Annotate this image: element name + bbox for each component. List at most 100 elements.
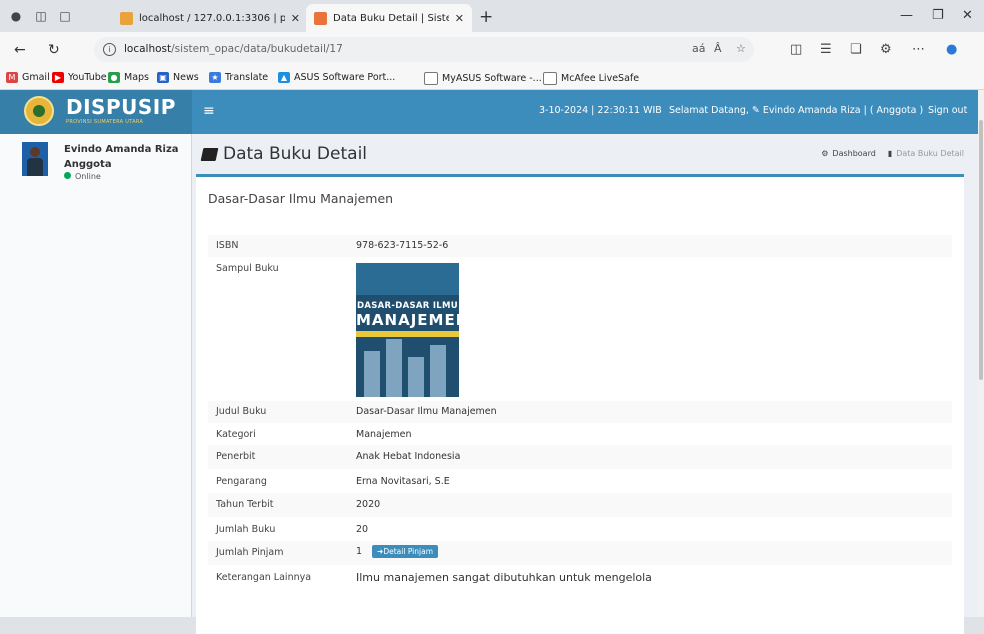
cover-background: [356, 263, 459, 295]
browser-tab-strip: ● ◫ □ localhost / 127.0.0.1:3306 | phpM …: [0, 0, 984, 32]
cover-title-line1: DASAR-DASAR ILMU: [357, 301, 458, 311]
detail-row-pinjam: Jumlah Pinjam 1 ➜Detail Pinjam: [208, 541, 952, 565]
row-label: Jumlah Buku: [216, 524, 276, 535]
page-scrollbar[interactable]: [978, 90, 984, 617]
row-value: 978-623-7115-52-6: [356, 240, 449, 251]
breadcrumb-dashboard[interactable]: Dashboard: [832, 149, 875, 158]
signout-button[interactable]: Sign out: [928, 105, 967, 116]
detail-pinjam-label: Detail Pinjam: [383, 547, 434, 556]
header-welcome-user[interactable]: Selamat Datang, ✎ Evindo Amanda Riza | (…: [669, 105, 923, 116]
pinjam-count: 1: [356, 546, 363, 557]
new-tab-icon[interactable]: +: [479, 7, 493, 27]
extension-icon[interactable]: ⚙: [880, 42, 892, 57]
bookmark-maps[interactable]: ● Maps: [108, 72, 149, 83]
bookmark-mcafee[interactable]: McAfee LiveSafe: [543, 72, 639, 85]
bookmark-myasus[interactable]: MyASUS Software -...: [424, 72, 542, 85]
bookmark-gmail[interactable]: M Gmail: [6, 72, 50, 83]
url-bar[interactable]: i localhost/sistem_opac/data/bukudetail/…: [94, 37, 754, 62]
row-value: Manajemen: [356, 429, 412, 440]
detail-row-isbn: ISBN 978-623-7115-52-6: [208, 235, 952, 257]
tab-title: localhost / 127.0.0.1:3306 | phpM: [139, 12, 285, 24]
detail-row-tahun: Tahun Terbit 2020: [208, 493, 952, 517]
read-aloud-icon[interactable]: aá: [692, 42, 705, 55]
url-text[interactable]: localhost/sistem_opac/data/bukudetail/17: [124, 43, 343, 55]
cover-building: [386, 339, 402, 397]
avatar: [22, 142, 48, 176]
row-value: 2020: [356, 499, 381, 510]
app-header: DISPUSIP PROVINSI SUMATERA UTARA ≡ 3-10-…: [0, 90, 978, 134]
scrollbar-thumb[interactable]: [979, 120, 983, 380]
detail-row-pengarang: Pengarang Erna Novitasari, S.E: [208, 469, 952, 493]
profile-icon[interactable]: ●: [9, 9, 23, 23]
detail-pinjam-button[interactable]: ➜Detail Pinjam: [372, 545, 439, 558]
workspaces-icon[interactable]: ◫: [34, 9, 48, 23]
youtube-icon: ▶: [52, 72, 64, 83]
dashboard-icon: ⚙: [821, 149, 829, 158]
collections-icon[interactable]: ❏: [850, 42, 862, 57]
main-content: Data Buku Detail ⚙ Dashboard ▮ Data Buku…: [192, 134, 978, 634]
more-menu-icon[interactable]: ⋯: [912, 42, 925, 57]
close-tab-icon[interactable]: ✕: [455, 12, 464, 25]
row-label: Tahun Terbit: [216, 499, 274, 510]
sidebar-toggle-icon[interactable]: ≡: [203, 103, 215, 119]
site-info-icon[interactable]: i: [103, 43, 116, 56]
back-icon[interactable]: ←: [14, 42, 26, 58]
tab-actions-icon[interactable]: □: [58, 9, 72, 23]
header-datetime: 3-10-2024 | 22:30:11 WIB: [539, 105, 662, 116]
tab-data-buku-detail[interactable]: Data Buku Detail | Sistem OPAC D ✕: [306, 4, 472, 32]
tab-title: Data Buku Detail | Sistem OPAC D: [333, 12, 449, 24]
news-icon: ▣: [157, 72, 169, 83]
row-label: Penerbit: [216, 451, 256, 462]
bookmark-translate[interactable]: ★ Translate: [209, 72, 268, 83]
detail-row-jumlah: Jumlah Buku 20: [208, 517, 952, 541]
row-label: Jumlah Pinjam: [216, 547, 284, 558]
page-icon: [424, 72, 438, 85]
detail-row-judul: Judul Buku Dasar-Dasar Ilmu Manajemen: [208, 401, 952, 423]
row-label: Judul Buku: [216, 406, 267, 417]
book-icon: [200, 147, 219, 161]
row-value: Dasar-Dasar Ilmu Manajemen: [356, 406, 497, 417]
bookmark-news[interactable]: ▣ News: [157, 72, 199, 83]
row-label: Sampul Buku: [216, 263, 279, 274]
cover-building: [364, 351, 380, 397]
row-value: 20: [356, 524, 369, 535]
cover-stripe: [356, 331, 459, 337]
minimize-icon[interactable]: —: [900, 8, 913, 23]
close-window-icon[interactable]: ✕: [962, 8, 973, 23]
book-detail-box: Dasar-Dasar Ilmu Manajemen ISBN 978-623-…: [196, 174, 964, 634]
row-label: Keterangan Lainnya: [216, 572, 312, 583]
row-label: ISBN: [216, 240, 239, 251]
brand-subtitle: PROVINSI SUMATERA UTARA: [66, 119, 144, 125]
favorites-icon[interactable]: ☰: [820, 42, 832, 57]
detail-row-penerbit: Penerbit Anak Hebat Indonesia: [208, 445, 952, 469]
restore-icon[interactable]: ❐: [932, 8, 944, 23]
split-screen-icon[interactable]: ◫: [790, 42, 802, 57]
page-icon: [543, 72, 557, 85]
book-cover-image: DASAR-DASAR ILMU MANAJEMEN: [356, 263, 459, 397]
bookmark-youtube[interactable]: ▶ YouTube: [52, 72, 107, 83]
favorite-star-icon[interactable]: ☆: [736, 42, 746, 55]
copilot-icon[interactable]: ●: [946, 42, 957, 57]
row-label: Pengarang: [216, 476, 267, 487]
sidebar: Evindo Amanda Riza Anggota Online: [0, 134, 192, 617]
gmail-icon: M: [6, 72, 18, 83]
close-tab-icon[interactable]: ✕: [291, 12, 300, 25]
sidebar-user-name: Evindo Amanda Riza Anggota: [64, 144, 179, 170]
page-favicon-icon: [314, 11, 327, 25]
phpmyadmin-favicon-icon: [120, 11, 133, 25]
cover-building: [408, 357, 424, 397]
translate-icon: ★: [209, 72, 221, 83]
book-heading: Dasar-Dasar Ilmu Manajemen: [208, 191, 394, 206]
bookmark-asus[interactable]: ▲ ASUS Software Port...: [278, 72, 395, 83]
text-size-icon[interactable]: Â: [714, 42, 722, 55]
online-status: Online: [64, 172, 101, 181]
tab-phpmyadmin[interactable]: localhost / 127.0.0.1:3306 | phpM ✕: [112, 4, 308, 32]
row-label: Kategori: [216, 429, 256, 440]
brand-logo-area[interactable]: DISPUSIP PROVINSI SUMATERA UTARA: [0, 90, 192, 134]
maps-icon: ●: [108, 72, 120, 83]
address-toolbar: ← ↻ i localhost/sistem_opac/data/bukudet…: [0, 32, 984, 68]
cover-title-line2: MANAJEMEN: [356, 311, 459, 329]
refresh-icon[interactable]: ↻: [48, 42, 60, 58]
row-value: Erna Novitasari, S.E: [356, 476, 450, 487]
row-value: 1 ➜Detail Pinjam: [356, 545, 439, 558]
